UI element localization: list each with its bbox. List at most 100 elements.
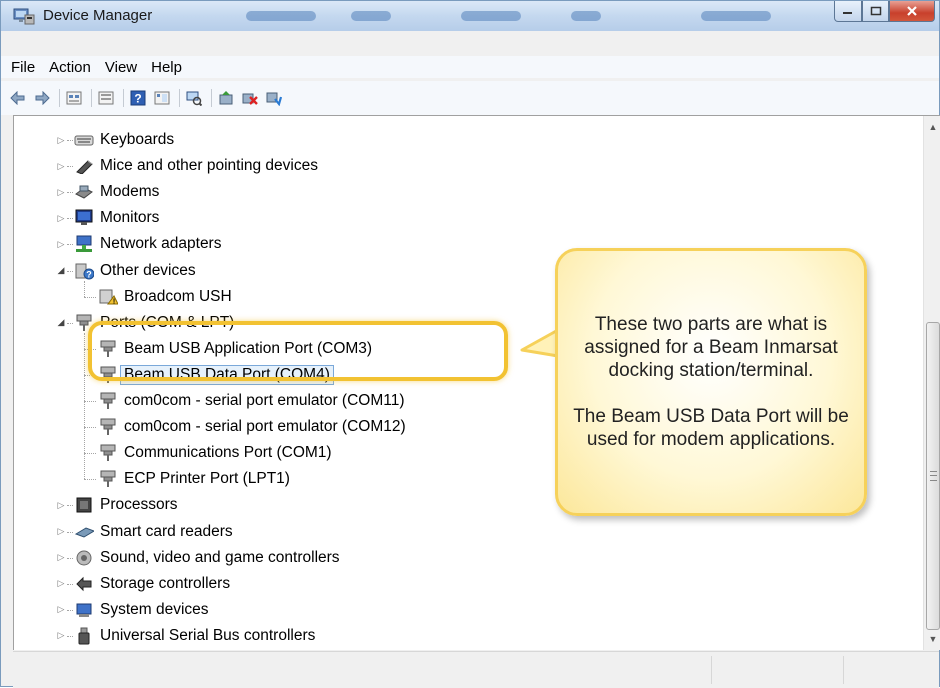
caption-buttons: [834, 1, 935, 23]
collapse-arrow-icon[interactable]: ◢: [56, 265, 66, 276]
modem-icon: [74, 183, 94, 201]
menu-bar: File Action View Help: [1, 56, 939, 78]
tree-item-label: Sound, video and game controllers: [100, 548, 340, 566]
port-icon: [98, 470, 118, 488]
tree-item-label: Network adapters: [100, 235, 222, 253]
view-icon[interactable]: [153, 89, 171, 107]
svg-text:?: ?: [134, 92, 141, 106]
minimize-button[interactable]: [834, 1, 862, 22]
update-driver-icon[interactable]: [217, 89, 235, 107]
tree-item-label: System devices: [100, 600, 209, 618]
highlight-box: [88, 321, 508, 381]
menu-view[interactable]: View: [105, 59, 137, 76]
scroll-down-button[interactable]: ▼: [924, 630, 940, 648]
minimize-icon: [843, 12, 852, 14]
callout-pointer: [520, 328, 560, 358]
expand-arrow-icon[interactable]: ▷: [56, 604, 66, 615]
status-bar: [13, 651, 939, 688]
tree-item-label: Storage controllers: [100, 574, 231, 592]
toolbar-separator: [179, 89, 180, 107]
back-icon[interactable]: [9, 89, 27, 107]
sound-icon: [74, 549, 94, 567]
tree-item-label: Monitors: [100, 209, 160, 227]
tree-item[interactable]: Mice and other pointing devices: [74, 154, 318, 178]
scroll-grip-icon: [930, 471, 937, 481]
tree-item[interactable]: Network adapters: [74, 232, 221, 256]
system-icon: [74, 601, 94, 619]
vertical-scrollbar[interactable]: ▲ ▼: [923, 116, 940, 650]
toolbar: ?: [1, 81, 939, 115]
scan-icon[interactable]: [185, 89, 203, 107]
tree-item-label: Universal Serial Bus controllers: [100, 626, 316, 644]
tree-item[interactable]: ? Other devices: [74, 259, 196, 283]
tree-item-label: Modems: [100, 183, 160, 201]
scroll-up-button[interactable]: ▲: [924, 118, 940, 136]
network-icon: [74, 235, 94, 253]
tree-item[interactable]: Modems: [74, 180, 159, 204]
menu-file[interactable]: File: [11, 59, 35, 76]
tree-item[interactable]: Monitors: [74, 206, 159, 230]
keyboard-icon: [74, 131, 94, 149]
expand-arrow-icon[interactable]: ▷: [56, 213, 66, 223]
expand-arrow-icon[interactable]: ▷: [56, 239, 66, 249]
smart-card-icon: [74, 523, 94, 541]
expand-arrow-icon[interactable]: ▷: [56, 187, 66, 197]
help-icon[interactable]: ?: [129, 89, 147, 107]
tree-item[interactable]: Processors: [74, 493, 178, 517]
tree-item[interactable]: Communications Port (COM1): [98, 441, 332, 465]
toolbar-separator: [91, 89, 92, 107]
tree-connector: [67, 270, 73, 273]
tree-item-label: Keyboards: [100, 131, 175, 148]
tree-item[interactable]: Smart card readers: [74, 520, 233, 544]
collapse-arrow-icon[interactable]: ◢: [56, 317, 66, 328]
status-segment: [711, 656, 712, 684]
tree-item[interactable]: Sound, video and game controllers: [74, 546, 340, 570]
tree-item[interactable]: Universal Serial Bus controllers: [74, 624, 315, 648]
tree-item[interactable]: ECP Printer Port (LPT1): [98, 467, 290, 491]
tree-item-label: Processors: [100, 496, 178, 514]
expand-arrow-icon[interactable]: ▷: [56, 500, 66, 510]
tree-item-label: Mice and other pointing devices: [100, 157, 318, 175]
show-hide-icon[interactable]: [97, 89, 115, 107]
menu-action[interactable]: Action: [49, 59, 91, 76]
tree-connector: [84, 479, 96, 481]
title-bar[interactable]: Device Manager: [1, 1, 939, 31]
tree-connector: [67, 583, 73, 586]
tree-connector: [67, 505, 73, 507]
tree-item[interactable]: com0com - serial port emulator (COM11): [98, 389, 405, 413]
close-button[interactable]: [889, 1, 935, 22]
menu-help[interactable]: Help: [151, 59, 182, 76]
expand-arrow-icon[interactable]: ▷: [56, 135, 66, 145]
tree-connector: [67, 531, 73, 534]
toolbar-separator: [59, 89, 60, 107]
tree-item-label: Smart card readers: [100, 522, 233, 540]
expand-arrow-icon[interactable]: ▷: [56, 630, 66, 641]
maximize-button[interactable]: [862, 1, 889, 22]
tree-item-label: Communications Port (COM1): [124, 444, 332, 462]
forward-icon[interactable]: [33, 89, 51, 107]
properties-list-icon[interactable]: [65, 89, 83, 107]
tree-item[interactable]: com0com - serial port emulator (COM12): [98, 415, 406, 439]
tree-connector: [67, 140, 73, 142]
enable-icon[interactable]: [265, 89, 283, 107]
callout-text-line1: These two parts are what is assigned for…: [584, 314, 838, 381]
scroll-thumb[interactable]: [926, 322, 940, 630]
expand-arrow-icon[interactable]: ▷: [56, 526, 66, 537]
uninstall-icon[interactable]: [241, 89, 259, 107]
tree-connector: [84, 296, 96, 299]
tree-item[interactable]: ! Broadcom USH: [98, 285, 232, 309]
tree-item[interactable]: System devices: [74, 598, 209, 622]
expand-arrow-icon[interactable]: ▷: [56, 578, 66, 589]
expand-arrow-icon[interactable]: ▷: [56, 552, 66, 563]
tree-item-label: Broadcom USH: [124, 287, 232, 305]
tree-item[interactable]: Keyboards: [74, 128, 174, 152]
window-title: Device Manager: [43, 7, 153, 24]
tree-connector: [84, 280, 86, 297]
tree-connector: [67, 218, 73, 220]
expand-arrow-icon[interactable]: ▷: [56, 161, 66, 171]
tree-connector: [67, 244, 73, 246]
tree-item[interactable]: Storage controllers: [74, 572, 230, 596]
monitor-icon: [74, 209, 94, 227]
tree-connector: [67, 322, 73, 325]
other-devices-icon: ?: [74, 262, 94, 280]
